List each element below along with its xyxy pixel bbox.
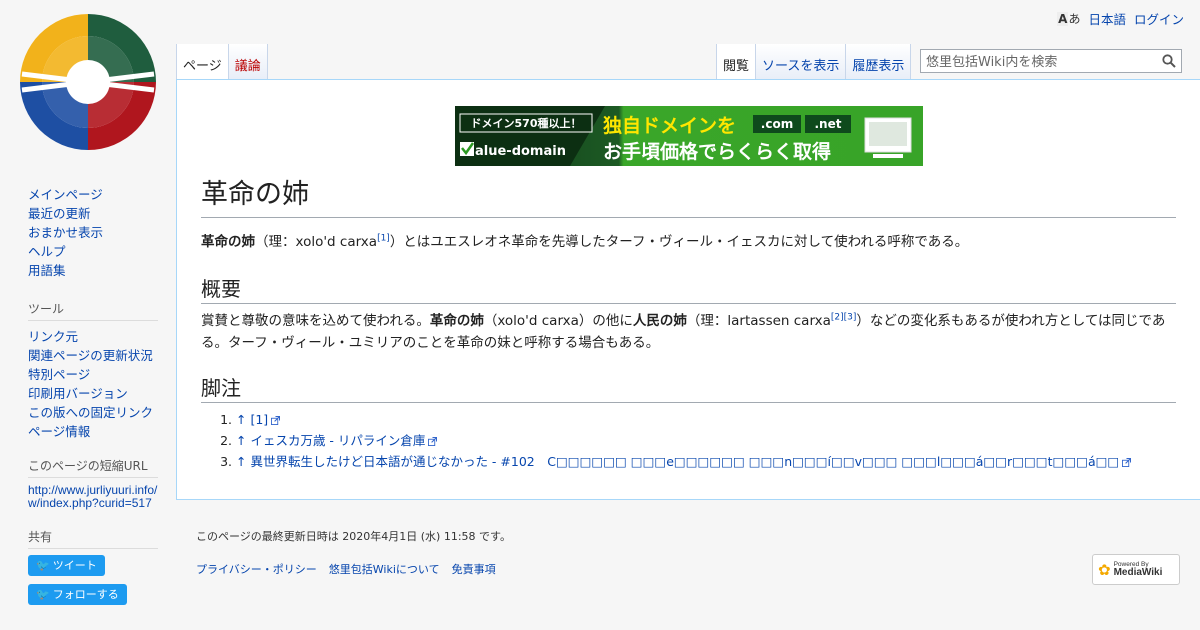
footer: このページの最終更新日時は 2020年4月1日 (水) 11:58 です。 プラ…	[196, 528, 511, 577]
tab-view-source[interactable]: ソースを表示	[756, 44, 847, 80]
namespace-tabs: ページ 議論	[176, 44, 268, 80]
mediawiki-flower-icon: ✿	[1098, 560, 1111, 579]
section-heading-notes: 脚注	[201, 374, 1176, 403]
sidebar-item-permalink[interactable]: この版への固定リンク	[28, 403, 158, 422]
navigation-portal: メインページ 最近の更新 おまかせ表示 ヘルプ 用語集	[28, 185, 158, 280]
short-url-portal: このページの短縮URL http://www.jurliyuuri.info/w…	[28, 457, 158, 510]
share-portal: 共有 🐦 ツイート 🐦 フォローする	[28, 528, 158, 613]
banner-brand: alue-domain	[475, 144, 566, 159]
powered-by-mediawiki-badge[interactable]: ✿ Powered By MediaWiki	[1092, 554, 1180, 585]
footer-disclaimer-link[interactable]: 免責事項	[452, 561, 496, 577]
short-url-heading: このページの短縮URL	[28, 457, 158, 478]
content-area: ドメイン570種以上！ alue-domain 独自ドメインを お手頃価格でらく…	[176, 79, 1200, 500]
external-link-icon	[271, 416, 281, 425]
banner-tld-com: .com	[761, 117, 793, 131]
reference-item: ↑ イェスカ万歳 - リパライン倉庫	[236, 430, 1131, 451]
language-link[interactable]: 日本語	[1088, 9, 1126, 28]
sidebar-item-related-changes[interactable]: 関連ページの更新状況	[28, 346, 158, 365]
sidebar-item-special-pages[interactable]: 特別ページ	[28, 365, 158, 384]
follow-button[interactable]: 🐦 フォローする	[28, 584, 127, 605]
search-icon[interactable]	[1162, 54, 1176, 68]
banner-tld-net: .net	[815, 117, 842, 131]
banner-title2: お手頃価格でらくらく取得	[603, 140, 831, 163]
sidebar-item-random[interactable]: おまかせ表示	[28, 223, 158, 242]
sidebar-item-printable[interactable]: 印刷用バージョン	[28, 384, 158, 403]
personal-tools: Aあ 日本語 ログイン	[1057, 9, 1184, 28]
page-title: 革命の姉	[201, 176, 1176, 218]
reference-item: ↑ [1]	[236, 409, 1131, 430]
references-list: ↑ [1] ↑ イェスカ万歳 - リパライン倉庫 ↑ 異世界転生したけど日本語が…	[201, 409, 1132, 472]
tab-talk[interactable]: 議論	[228, 44, 268, 80]
footer-about-link[interactable]: 悠里包括Wikiについて	[329, 561, 440, 577]
sidebar-item-recent-changes[interactable]: 最近の更新	[28, 204, 158, 223]
sidebar-item-help[interactable]: ヘルプ	[28, 242, 158, 261]
ad-banner[interactable]: ドメイン570種以上！ alue-domain 独自ドメインを お手頃価格でらく…	[455, 106, 923, 166]
ref-1-link[interactable]: [1]	[377, 234, 390, 244]
sidebar-item-glossary[interactable]: 用語集	[28, 261, 158, 280]
login-link[interactable]: ログイン	[1134, 9, 1184, 28]
footer-privacy-link[interactable]: プライバシー・ポリシー	[196, 561, 317, 577]
tools-heading: ツール	[28, 300, 158, 321]
banner-line1: ドメイン570種以上！	[471, 116, 582, 130]
external-link-icon	[1122, 458, 1132, 467]
section-heading-overview: 概要	[201, 275, 1176, 304]
external-link-icon	[428, 437, 438, 446]
tab-page[interactable]: ページ	[177, 44, 229, 80]
sidebar-item-whatlinkshere[interactable]: リンク元	[28, 327, 158, 346]
twitter-bird-icon: 🐦	[36, 588, 50, 601]
view-tabs: 閲覧 ソースを表示 履歴表示	[716, 44, 912, 80]
short-url-link[interactable]: http://www.jurliyuuri.info/w/index.php?c…	[28, 484, 158, 510]
overview-paragraph: 賞賛と尊敬の意味を込めて使われる。革命の姉（xolo'd carxa）の他に人民…	[201, 312, 1166, 351]
tab-read[interactable]: 閲覧	[717, 44, 757, 80]
tab-history[interactable]: 履歴表示	[846, 44, 912, 80]
ref-2-link[interactable]: [2]	[831, 313, 844, 323]
last-modified: このページの最終更新日時は 2020年4月1日 (水) 11:58 です。	[196, 530, 511, 543]
share-heading: 共有	[28, 528, 158, 549]
ref-3-link[interactable]: [3]	[844, 313, 857, 323]
search-box	[920, 49, 1182, 73]
twitter-bird-icon: 🐦	[36, 559, 50, 572]
search-input[interactable]	[924, 51, 1158, 73]
intro-paragraph: 革命の姉（理：xolo'd carxa[1]）とはユエスレオネ革命を先導したター…	[201, 233, 969, 250]
language-icon[interactable]: Aあ	[1057, 10, 1080, 27]
sidebar: メインページ 最近の更新 おまかせ表示 ヘルプ 用語集 ツール リンク元 関連ペ…	[0, 150, 176, 613]
site-logo[interactable]	[18, 12, 158, 152]
tweet-button[interactable]: 🐦 ツイート	[28, 555, 105, 576]
reference-item: ↑ 異世界転生したけど日本語が通じなかった - #102 C□□□□□□ □□□…	[236, 451, 1132, 472]
banner-title1: 独自ドメインを	[603, 114, 736, 137]
sidebar-item-page-info[interactable]: ページ情報	[28, 422, 158, 441]
tools-portal: ツール リンク元 関連ページの更新状況 特別ページ 印刷用バージョン この版への…	[28, 300, 158, 441]
sidebar-item-main-page[interactable]: メインページ	[28, 185, 158, 204]
